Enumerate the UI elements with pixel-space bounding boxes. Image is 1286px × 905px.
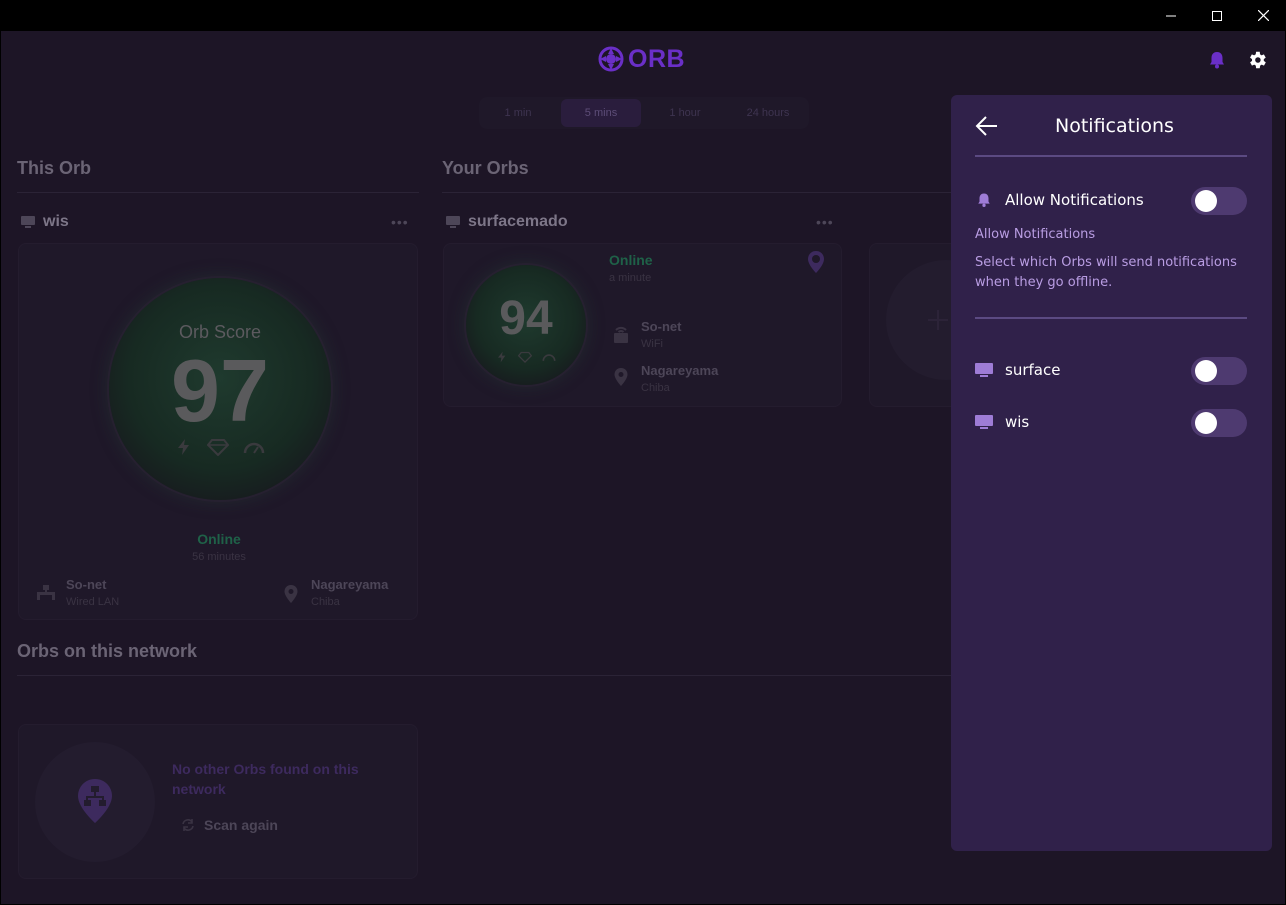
orb-score-circle-small: 94 bbox=[466, 265, 586, 385]
toggle-knob bbox=[1195, 190, 1217, 212]
allow-notifications-label: Allow Notifications bbox=[1005, 191, 1144, 209]
network-orbs-card: No other Orbs found on this network Scan… bbox=[18, 724, 418, 879]
orb-logo: ORB bbox=[598, 45, 685, 73]
lightning-icon bbox=[498, 351, 506, 363]
plus-icon bbox=[928, 310, 948, 330]
wis-notification-toggle[interactable] bbox=[1191, 409, 1247, 437]
desktop-icon bbox=[975, 363, 993, 377]
this-orb-status-time: 56 minutes bbox=[192, 551, 246, 563]
time-range-selector: 1 min 5 mins 1 hour 24 hours bbox=[479, 97, 809, 129]
your-orb-location-city: Nagareyama bbox=[641, 363, 719, 378]
gear-icon[interactable] bbox=[1246, 49, 1268, 71]
device-toggle-row: wis bbox=[975, 407, 1247, 437]
allow-notifications-toggle[interactable] bbox=[1191, 187, 1247, 215]
time-range-5mins[interactable]: 5 mins bbox=[561, 99, 641, 127]
device-name-surface: surface bbox=[1005, 361, 1061, 379]
your-orb-status-time: a minute bbox=[609, 272, 652, 284]
router-icon bbox=[614, 326, 628, 343]
this-orb-network-name: So-net bbox=[66, 577, 107, 592]
your-orbs-device-name: surfacemado bbox=[468, 213, 568, 230]
maximize-button[interactable] bbox=[1194, 0, 1240, 31]
scan-again-button[interactable]: Scan again bbox=[180, 817, 278, 833]
your-orbs-title: Your Orbs bbox=[442, 158, 529, 178]
device-toggle-row: surface bbox=[975, 355, 1247, 385]
your-orb-card[interactable]: 94 Online a minute So-net WiFi Nagareyam… bbox=[443, 243, 842, 407]
close-button[interactable] bbox=[1240, 0, 1286, 31]
orb-score-circle: Orb Score 97 bbox=[109, 278, 331, 500]
network-orbs-title: Orbs on this network bbox=[17, 641, 198, 661]
this-orb-status: Online bbox=[197, 531, 241, 547]
location-pin-icon bbox=[614, 368, 628, 386]
divider bbox=[442, 192, 962, 193]
your-orbs-device-header: surfacemado bbox=[446, 213, 568, 231]
this-orb-location-city: Nagareyama bbox=[311, 577, 389, 592]
this-orb-network-type: Wired LAN bbox=[66, 596, 120, 608]
desktop-icon bbox=[21, 216, 35, 228]
maximize-icon bbox=[1212, 10, 1222, 21]
orb-logo-icon bbox=[598, 46, 624, 72]
logo-text: ORB bbox=[628, 44, 686, 73]
surface-notification-toggle[interactable] bbox=[1191, 357, 1247, 385]
orb-score-icons bbox=[109, 438, 331, 456]
your-orb-location-region: Chiba bbox=[641, 382, 670, 394]
no-orbs-message: No other Orbs found on this network bbox=[172, 761, 359, 797]
diamond-icon bbox=[207, 439, 229, 456]
panel-divider bbox=[975, 317, 1247, 319]
orb-score-icons bbox=[466, 351, 586, 363]
your-orb-score-value: 94 bbox=[499, 292, 553, 345]
window-titlebar bbox=[0, 0, 1286, 31]
diamond-icon bbox=[518, 351, 532, 363]
desktop-icon bbox=[975, 415, 993, 429]
your-orbs-more-button[interactable]: ••• bbox=[816, 214, 834, 230]
speedometer-icon bbox=[243, 442, 265, 454]
this-orb-device-header: wis bbox=[21, 213, 69, 231]
notifications-title: Notifications bbox=[1055, 115, 1174, 137]
divider bbox=[17, 675, 962, 676]
allow-notifications-row: Allow Notifications bbox=[975, 185, 1247, 215]
time-range-1hour[interactable]: 1 hour bbox=[647, 99, 723, 127]
allow-notifications-description: Select which Orbs will send notification… bbox=[975, 255, 1237, 290]
app-window: ORB 1 min 5 mins 1 hour 24 hours This Or… bbox=[1, 31, 1285, 904]
this-orb-title: This Orb bbox=[17, 158, 92, 178]
divider bbox=[17, 192, 419, 193]
your-orb-status: Online bbox=[609, 252, 653, 268]
orb-score-value: 97 bbox=[171, 341, 269, 440]
panel-divider bbox=[975, 155, 1247, 157]
bell-icon[interactable] bbox=[1206, 49, 1228, 71]
time-range-1min[interactable]: 1 min bbox=[481, 99, 555, 127]
toggle-knob bbox=[1195, 412, 1217, 434]
this-orb-device-name: wis bbox=[43, 213, 69, 230]
wired-lan-icon bbox=[37, 585, 55, 600]
desktop-icon bbox=[446, 216, 460, 228]
minimize-icon bbox=[1166, 15, 1176, 16]
scan-again-label: Scan again bbox=[204, 817, 278, 833]
this-orb-more-button[interactable]: ••• bbox=[391, 214, 409, 230]
device-name-wis: wis bbox=[1005, 413, 1030, 431]
network-location-icon bbox=[78, 779, 112, 823]
time-range-24hours[interactable]: 24 hours bbox=[729, 99, 807, 127]
lightning-icon bbox=[178, 439, 189, 455]
speedometer-icon bbox=[542, 354, 556, 361]
notifications-panel: Notifications Allow Notifications Allow … bbox=[951, 95, 1272, 851]
location-pin-icon bbox=[284, 585, 298, 603]
minimize-button[interactable] bbox=[1148, 0, 1194, 31]
allow-notifications-subheading: Allow Notifications bbox=[975, 227, 1096, 242]
bell-icon bbox=[978, 193, 990, 207]
your-orb-network-name: So-net bbox=[641, 319, 682, 334]
close-icon bbox=[1257, 10, 1269, 21]
back-arrow-icon[interactable] bbox=[975, 115, 999, 137]
toggle-knob bbox=[1195, 360, 1217, 382]
this-orb-card[interactable]: Orb Score 97 Online 56 minutes So-net Wi… bbox=[18, 243, 418, 620]
refresh-icon bbox=[182, 819, 194, 831]
orb-location-icon bbox=[808, 251, 824, 273]
this-orb-location-region: Chiba bbox=[311, 596, 340, 608]
your-orb-network-type: WiFi bbox=[641, 338, 663, 350]
